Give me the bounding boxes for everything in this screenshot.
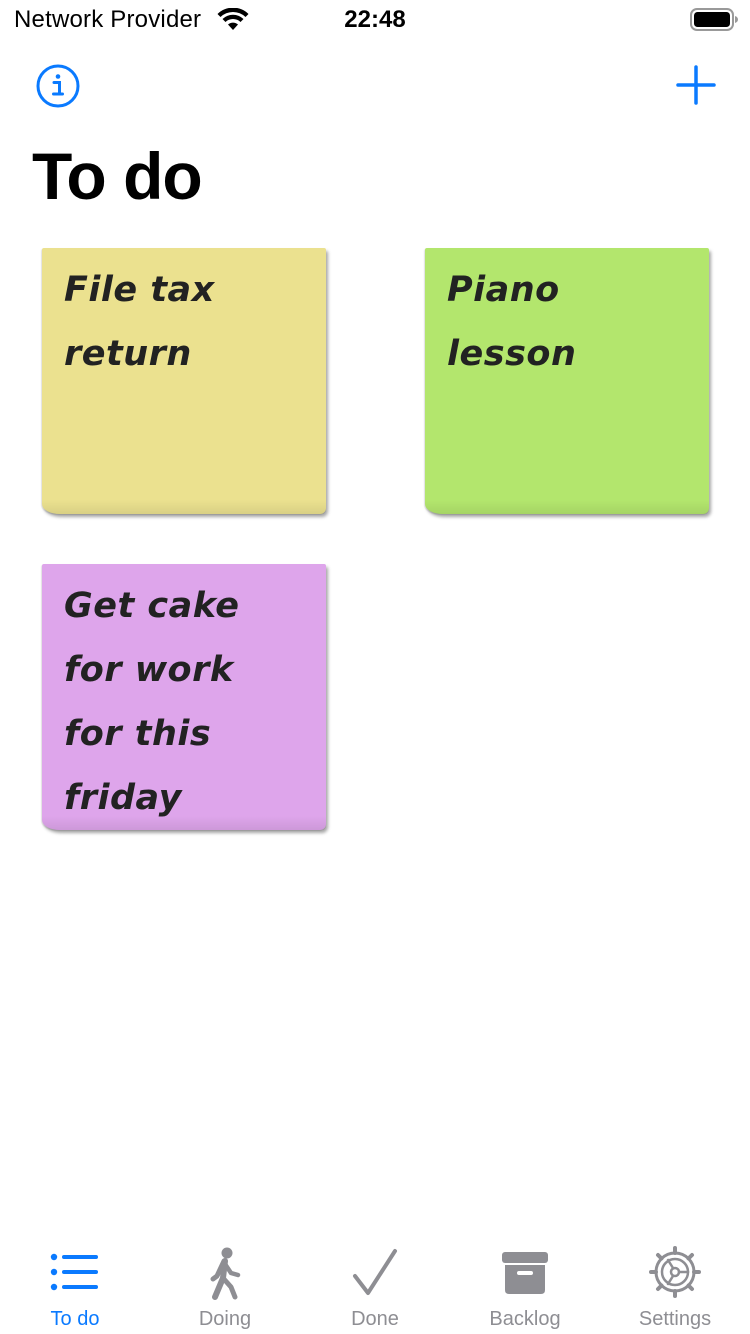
info-button[interactable] — [35, 63, 81, 109]
tab-label: Backlog — [489, 1308, 561, 1330]
sticky-note[interactable]: Piano lesson — [425, 248, 709, 514]
battery-icon — [690, 8, 738, 31]
tab-bar: To do Doing Done Backlog Settings — [0, 1236, 750, 1334]
tab-done[interactable]: Done — [300, 1236, 450, 1334]
gear-icon — [649, 1246, 701, 1298]
tab-settings[interactable]: Settings — [600, 1236, 750, 1334]
page-title: To do — [32, 139, 203, 213]
add-button[interactable] — [676, 65, 716, 105]
info-circle-icon — [36, 64, 80, 108]
status-bar: Network Provider 22:48 — [0, 0, 750, 40]
checkmark-icon — [353, 1249, 397, 1295]
list-icon — [50, 1253, 98, 1291]
tab-backlog[interactable]: Backlog — [450, 1236, 600, 1334]
tab-label: To do — [50, 1308, 100, 1330]
tab-label: Done — [351, 1308, 399, 1330]
note-text: Get cake for work for this friday — [64, 586, 240, 818]
sticky-note[interactable]: File tax return — [42, 248, 326, 514]
archive-box-icon — [502, 1252, 548, 1294]
tab-label: Settings — [638, 1308, 712, 1330]
plus-icon — [676, 65, 716, 105]
sticky-note[interactable]: Get cake for work for this friday — [42, 564, 326, 830]
tab-label: Doing — [198, 1308, 252, 1330]
clock: 22:48 — [344, 6, 406, 33]
walking-person-icon — [210, 1247, 241, 1300]
tab-doing[interactable]: Doing — [150, 1236, 300, 1334]
note-text: Piano lesson — [447, 270, 577, 374]
note-text: File tax return — [64, 270, 215, 374]
tab-to-do[interactable]: To do — [0, 1236, 150, 1334]
